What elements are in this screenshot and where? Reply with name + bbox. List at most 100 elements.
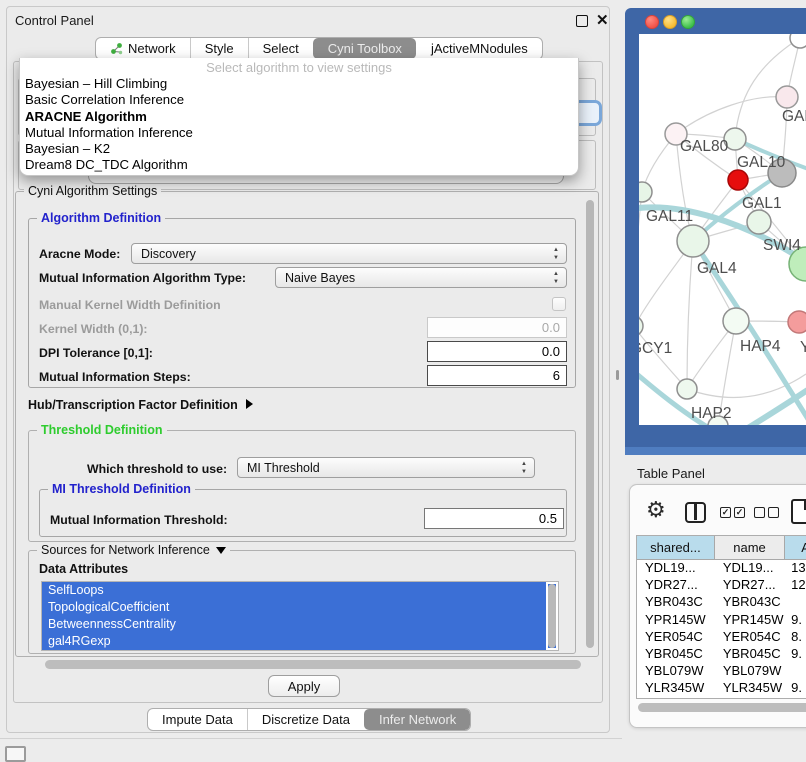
tab-network[interactable]: Network — [96, 38, 190, 59]
table-cell[interactable]: YER054C — [715, 629, 785, 646]
mi-threshold-input[interactable] — [424, 508, 564, 529]
table-cell[interactable]: 9 — [785, 698, 806, 700]
aracne-mode-value: Discovery — [141, 247, 196, 261]
hub-definition-expander[interactable]: Hub/Transcription Factor Definition — [28, 398, 253, 412]
tab-discretize-data[interactable]: Discretize Data — [247, 709, 364, 730]
network-node[interactable] — [790, 34, 806, 48]
mi-steps-input[interactable] — [427, 365, 567, 386]
table-cell[interactable]: YBR045C — [637, 646, 715, 663]
table-cell[interactable]: 9. — [785, 680, 806, 697]
network-node[interactable] — [639, 182, 652, 202]
manual-kernel-checkbox[interactable] — [552, 297, 566, 311]
table-cell[interactable]: YDR27... — [637, 577, 715, 594]
check-all-icon[interactable]: ✓ — [734, 507, 745, 518]
attribute-item[interactable]: gal4RGexp — [42, 633, 546, 650]
split-columns-icon[interactable] — [685, 502, 706, 523]
settings-horizontal-scrollbar[interactable] — [45, 660, 581, 669]
table-row[interactable]: YDL19...YDL19...13 — [637, 560, 806, 577]
table-row[interactable]: YIL052CYIL052C9 — [637, 698, 806, 700]
tab-style[interactable]: Style — [190, 38, 248, 59]
panel-splitter-handle[interactable] — [616, 370, 619, 380]
network-canvas[interactable]: GALGAL80GAL10GAL1GAL11SWI4GAL4HAP4YGCY1H… — [639, 34, 806, 425]
uncheck-all-icon[interactable] — [768, 507, 779, 518]
algorithm-option[interactable]: Basic Correlation Inference — [20, 92, 578, 108]
uncheck-all-icon[interactable] — [754, 507, 765, 518]
network-node[interactable] — [723, 308, 749, 334]
tab-infer-network[interactable]: Infer Network — [364, 709, 470, 730]
table-body: YDL19...YDL19...13YDR27...YDR27...12YBR0… — [637, 560, 806, 699]
check-all-icon[interactable]: ✓ — [720, 507, 731, 518]
network-node[interactable] — [747, 210, 771, 234]
close-traffic-light[interactable] — [645, 15, 659, 29]
attribute-item[interactable]: SelfLoops — [42, 582, 546, 599]
dpi-tolerance-input[interactable] — [427, 341, 567, 362]
table-row[interactable]: YDR27...YDR27...12 — [637, 577, 806, 594]
kernel-width-input[interactable] — [427, 317, 567, 338]
table-cell[interactable]: YBL079W — [637, 663, 715, 680]
table-cell[interactable]: YLR345W — [637, 680, 715, 697]
table-row[interactable]: YBR045CYBR045C9. — [637, 646, 806, 663]
table-cell[interactable]: YBR043C — [637, 594, 715, 611]
table-cell[interactable]: YBR043C — [715, 594, 785, 611]
tab-jactivemnodules[interactable]: jActiveMNodules — [416, 38, 542, 59]
table-cell[interactable]: YPR145W — [715, 612, 785, 629]
network-node[interactable] — [639, 316, 643, 336]
algorithm-option[interactable]: Bayesian – Hill Climbing — [20, 76, 578, 92]
table-cell[interactable]: YLR345W — [715, 680, 785, 697]
close-icon[interactable]: ✕ — [596, 11, 609, 29]
data-attributes-list[interactable]: SelfLoops TopologicalCoefficient Between… — [41, 581, 559, 651]
table-cell[interactable]: 13 — [785, 560, 806, 577]
table-cell[interactable]: YIL052C — [715, 698, 785, 700]
network-node[interactable] — [788, 311, 806, 333]
tab-impute-data[interactable]: Impute Data — [148, 709, 247, 730]
table-cell[interactable]: 9. — [785, 646, 806, 663]
network-node[interactable] — [776, 86, 798, 108]
tab-select[interactable]: Select — [248, 38, 313, 59]
table-cell[interactable]: 9. — [785, 612, 806, 629]
document-icon[interactable] — [791, 499, 806, 524]
float-window-icon[interactable] — [576, 15, 588, 27]
mi-type-select[interactable]: Naive Bayes ▲▼ — [275, 267, 567, 288]
table-cell[interactable]: 12 — [785, 577, 806, 594]
table-cell[interactable]: YBL079W — [715, 663, 785, 680]
minimized-panel-icon[interactable] — [5, 746, 26, 762]
algorithm-option-selected[interactable]: ARACNE Algorithm — [20, 109, 578, 125]
table-row[interactable]: YBL079WYBL079W — [637, 663, 806, 680]
column-header-shared-name[interactable]: shared... — [637, 536, 715, 559]
table-cell[interactable]: YBR045C — [715, 646, 785, 663]
apply-button[interactable]: Apply — [268, 675, 340, 697]
table-horizontal-scrollbar[interactable] — [638, 703, 806, 712]
algorithm-option[interactable]: Dream8 DC_TDC Algorithm — [20, 157, 578, 173]
table-cell[interactable] — [785, 663, 806, 680]
tab-cyni-toolbox[interactable]: Cyni Toolbox — [313, 38, 416, 59]
collapse-arrow-icon[interactable] — [216, 547, 226, 554]
column-header-partial[interactable]: A — [785, 536, 806, 559]
attribute-item[interactable]: BetweennessCentrality — [42, 616, 546, 633]
table-cell[interactable]: YDL19... — [637, 560, 715, 577]
network-node[interactable] — [728, 170, 748, 190]
column-header-name[interactable]: name — [715, 536, 785, 559]
table-row[interactable]: YER054CYER054C8. — [637, 629, 806, 646]
table-cell[interactable]: 8. — [785, 629, 806, 646]
table-cell[interactable]: YDL19... — [715, 560, 785, 577]
zoom-traffic-light[interactable] — [681, 15, 695, 29]
table-row[interactable]: YBR043CYBR043C — [637, 594, 806, 611]
table-row[interactable]: YLR345WYLR345W9. — [637, 680, 806, 697]
aracne-mode-select[interactable]: Discovery ▲▼ — [131, 243, 567, 264]
table-cell[interactable] — [785, 594, 806, 611]
algorithm-option[interactable]: Bayesian – K2 — [20, 141, 578, 157]
attributes-list-scrollbar[interactable] — [548, 584, 556, 648]
which-threshold-select[interactable]: MI Threshold ▲▼ — [237, 457, 535, 478]
network-node[interactable] — [677, 379, 697, 399]
gear-icon[interactable]: ⚙ — [646, 497, 666, 523]
table-cell[interactable]: YER054C — [637, 629, 715, 646]
table-cell[interactable]: YIL052C — [637, 698, 715, 700]
algorithm-option[interactable]: Mutual Information Inference — [20, 125, 578, 141]
settings-vertical-scrollbar[interactable] — [586, 200, 595, 648]
table-cell[interactable]: YPR145W — [637, 612, 715, 629]
minimize-traffic-light[interactable] — [663, 15, 677, 29]
table-cell[interactable]: YDR27... — [715, 577, 785, 594]
network-node[interactable] — [677, 225, 709, 257]
attribute-item[interactable]: TopologicalCoefficient — [42, 599, 546, 616]
table-row[interactable]: YPR145WYPR145W9. — [637, 612, 806, 629]
